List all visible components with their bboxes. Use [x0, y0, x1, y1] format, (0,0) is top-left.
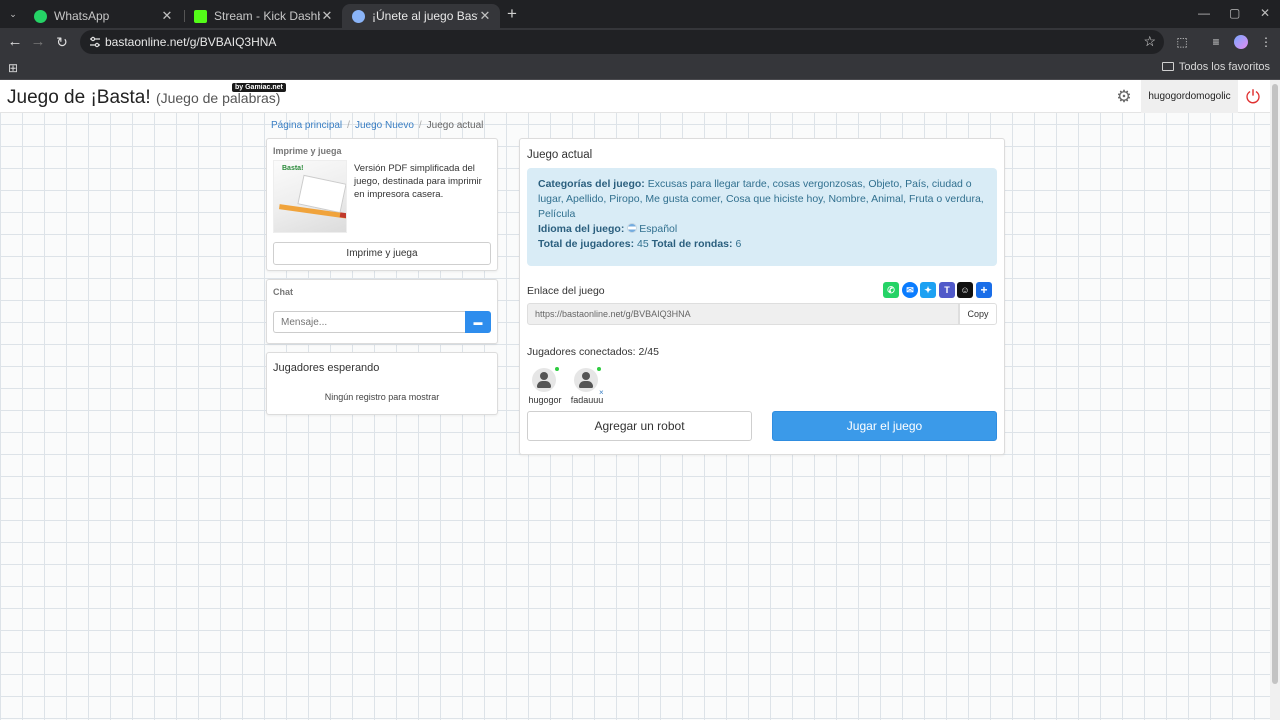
globe-icon: [352, 9, 365, 23]
folder-icon: [1161, 62, 1174, 71]
tab-search-icon[interactable]: ⌄: [5, 6, 21, 22]
site-info-icon[interactable]: [89, 36, 101, 48]
current-game-card: Juego actual Categorías del juego: Excus…: [519, 138, 1005, 455]
language-label: Idioma del juego:: [538, 223, 625, 235]
close-icon[interactable]: ✕: [478, 8, 492, 24]
print-and-play-button[interactable]: Imprime y juega: [273, 242, 491, 265]
waiting-players-card: Jugadores esperando Ningún registro para…: [266, 352, 498, 415]
print-card-label: Imprime y juega: [273, 146, 342, 156]
waiting-players-title: Jugadores esperando: [273, 362, 380, 374]
back-icon[interactable]: ←: [6, 33, 24, 51]
categories-line: Categorías del juego: Excusas para llega…: [538, 177, 986, 222]
close-icon[interactable]: ✕: [320, 8, 334, 24]
site-title-main: Juego de ¡Basta!: [7, 87, 151, 108]
online-status-dot: [597, 367, 601, 371]
all-bookmarks-label: Todos los favoritos: [1178, 61, 1270, 73]
apps-grid-icon[interactable]: ⊞: [8, 61, 18, 75]
page-scrollbar[interactable]: [1270, 80, 1280, 720]
current-game-title: Juego actual: [527, 149, 593, 161]
tab-title: Stream - Kick Dashboard: [214, 9, 320, 23]
messenger-share-icon[interactable]: ✉: [902, 282, 918, 298]
breadcrumb-home[interactable]: Página principal: [271, 120, 342, 131]
site-header: Juego de ¡Basta! (Juego de palabras) by …: [0, 80, 1270, 113]
player-hugogor[interactable]: hugogor: [525, 367, 565, 408]
chat-label: Chat: [273, 287, 293, 297]
all-bookmarks-button[interactable]: Todos los favoritos: [1161, 61, 1270, 73]
tab-title: WhatsApp: [54, 9, 110, 23]
categories-label: Categorías del juego:: [538, 178, 645, 190]
profile-avatar-icon[interactable]: [1234, 35, 1248, 49]
chat-message-input[interactable]: [273, 311, 465, 333]
reload-icon[interactable]: ↻: [53, 33, 71, 51]
publisher-badge[interactable]: by Gamiac.net: [232, 83, 286, 92]
connected-players-label: Jugadores conectados: 2/45: [527, 346, 659, 358]
total-players-value: 45: [637, 238, 649, 250]
extensions-icon[interactable]: ⬚: [1174, 34, 1190, 50]
whatsapp-share-icon[interactable]: ✆: [883, 282, 899, 298]
totals-line: Total de jugadores: 45 Total de rondas: …: [538, 237, 986, 252]
game-link-label: Enlace del juego: [527, 285, 605, 297]
browser-tab-strip: ⌄ WhatsApp ✕ Stream - Kick Dashboard ✕ ¡…: [0, 0, 1280, 28]
chat-send-icon[interactable]: ▬: [465, 311, 491, 333]
address-bar[interactable]: bastaonline.net/g/BVBAIQ3HNA ☆: [80, 30, 1164, 54]
print-and-play-card: Imprime y juega Basta! Versión PDF simpl…: [266, 138, 498, 271]
total-rounds-value: 6: [735, 238, 742, 250]
bookmarks-bar: ⊞ Todos los favoritos: [0, 56, 1280, 80]
player-avatar-icon: [532, 368, 556, 392]
logout-power-icon[interactable]: ⏻: [1243, 87, 1263, 107]
breadcrumb-new-game[interactable]: Juego Nuevo: [355, 120, 414, 131]
media-controls-icon[interactable]: ≡: [1208, 34, 1224, 50]
player-name: fadauuu: [570, 395, 604, 405]
chat-card: Chat ▬: [266, 279, 498, 344]
breadcrumb: Página principal / Juego Nuevo / Juego actua…: [271, 120, 484, 131]
tab-kick-dashboard[interactable]: Stream - Kick Dashboard ✕: [184, 4, 342, 28]
language-line: Idioma del juego: Español: [538, 222, 986, 237]
username-button[interactable]: hugogordomogolic: [1141, 80, 1238, 113]
window-close-icon[interactable]: ✕: [1260, 6, 1270, 20]
scrollbar-thumb[interactable]: [1272, 84, 1278, 684]
minimize-icon[interactable]: —: [1198, 6, 1210, 20]
teams-share-icon[interactable]: T: [939, 282, 955, 298]
player-avatar-icon: [574, 368, 598, 392]
twitter-share-icon[interactable]: ✦: [920, 282, 936, 298]
site-subtitle: (Juego de palabras): [155, 90, 281, 106]
game-info-box: Categorías del juego: Excusas para llega…: [527, 168, 997, 266]
empty-list-message: Ningún registro para mostrar: [324, 392, 440, 402]
tab-basta-game[interactable]: ¡Únete al juego Basta! ✕: [342, 4, 500, 28]
forward-icon[interactable]: →: [29, 33, 47, 51]
argentina-flag-icon: [627, 223, 638, 233]
whatsapp-icon: [34, 9, 47, 23]
play-game-button[interactable]: Jugar el juego: [772, 411, 997, 441]
player-fadauuu[interactable]: × fadauuu: [567, 367, 607, 408]
bookmark-star-icon[interactable]: ☆: [1143, 33, 1156, 50]
more-share-icon[interactable]: +: [976, 282, 992, 298]
print-description: Versión PDF simplificada del juego, dest…: [354, 163, 482, 200]
kick-icon: [194, 9, 207, 23]
new-tab-icon[interactable]: +: [503, 5, 521, 23]
snapchat-share-icon[interactable]: ☺: [957, 282, 973, 298]
browser-menu-icon[interactable]: ⋮: [1258, 34, 1274, 50]
player-name: hugogor: [528, 395, 562, 405]
online-status-dot: [555, 367, 559, 371]
total-rounds-label: Total de rondas:: [651, 238, 733, 250]
maximize-icon[interactable]: ▢: [1229, 6, 1240, 20]
language-value: Español: [639, 223, 678, 235]
close-icon[interactable]: ✕: [160, 8, 174, 24]
add-robot-button[interactable]: Agregar un robot: [527, 411, 752, 441]
browser-toolbar: ← → ↻ bastaonline.net/g/BVBAIQ3HNA ☆ ⬚ ≡…: [0, 28, 1280, 56]
game-link-field[interactable]: https://bastaonline.net/g/BVBAIQ3HNA: [527, 303, 959, 325]
print-and-play-image[interactable]: Basta!: [273, 160, 347, 233]
page-viewport: Juego de ¡Basta! (Juego de palabras) by …: [0, 80, 1270, 720]
total-players-label: Total de jugadores:: [538, 238, 635, 250]
breadcrumb-current: Juego actual: [426, 120, 484, 131]
settings-gear-icon[interactable]: ⚙: [1115, 88, 1133, 106]
copy-link-button[interactable]: Copy: [959, 303, 997, 325]
tab-title: ¡Únete al juego Basta!: [372, 9, 478, 23]
url-text: bastaonline.net/g/BVBAIQ3HNA: [105, 35, 277, 49]
tab-whatsapp[interactable]: WhatsApp ✕: [24, 4, 182, 28]
